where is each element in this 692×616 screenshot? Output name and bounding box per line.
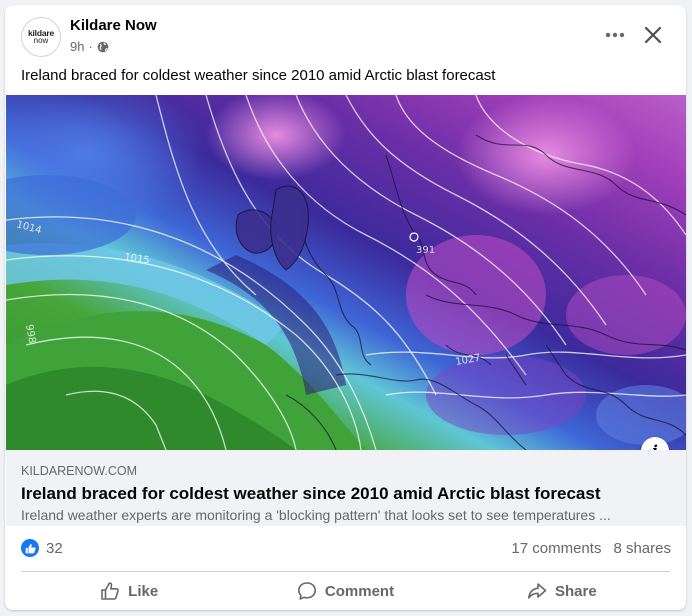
like-button[interactable]: Like	[21, 573, 237, 609]
post-message: Ireland braced for coldest weather since…	[21, 67, 496, 84]
comments-count[interactable]: 17 comments	[511, 540, 601, 557]
globe-icon[interactable]	[97, 41, 109, 53]
link-description: Ireland weather experts are monitoring a…	[21, 507, 611, 523]
post-header: kildare now Kildare Now 9h ·	[5, 5, 686, 65]
comment-button[interactable]: Comment	[237, 573, 453, 609]
map-label: 391	[416, 245, 435, 256]
close-button[interactable]	[637, 19, 669, 51]
share-icon	[527, 583, 547, 599]
post-actions: Like Comment Share	[21, 573, 670, 609]
meta-separator: ·	[88, 39, 93, 54]
share-button[interactable]: Share	[454, 573, 670, 609]
link-domain: KILDARENOW.COM	[21, 464, 137, 478]
link-preview[interactable]: KILDARENOW.COM Ireland braced for coldes…	[6, 450, 686, 526]
weather-map-graphic: 1014 1015 998 1027 391	[6, 95, 686, 450]
more-options-button[interactable]	[601, 21, 629, 49]
reaction-summary[interactable]: 32	[21, 539, 63, 557]
engagement-counts: 17 comments 8 shares	[511, 540, 671, 557]
post-meta: 9h ·	[70, 39, 109, 54]
actions-divider	[21, 571, 670, 572]
post-timestamp[interactable]: 9h	[70, 39, 84, 54]
comment-icon	[297, 582, 316, 600]
like-icon	[21, 539, 39, 557]
close-icon	[644, 26, 662, 44]
share-label: Share	[554, 582, 597, 600]
post-card: kildare now Kildare Now 9h · Ireland bra…	[5, 5, 686, 610]
page-name-link[interactable]: Kildare Now	[70, 17, 157, 34]
page-avatar[interactable]: kildare now	[21, 17, 61, 57]
avatar-logo-subtext: now	[33, 36, 49, 45]
like-label: Like	[128, 582, 159, 600]
thumbs-up-icon	[101, 582, 120, 600]
reaction-count: 32	[46, 539, 63, 557]
shares-count[interactable]: 8 shares	[613, 540, 671, 557]
comment-label: Comment	[324, 582, 395, 600]
more-icon	[605, 32, 625, 38]
weather-map-image[interactable]: 1014 1015 998 1027 391	[6, 95, 686, 450]
link-title[interactable]: Ireland braced for coldest weather since…	[21, 484, 601, 504]
